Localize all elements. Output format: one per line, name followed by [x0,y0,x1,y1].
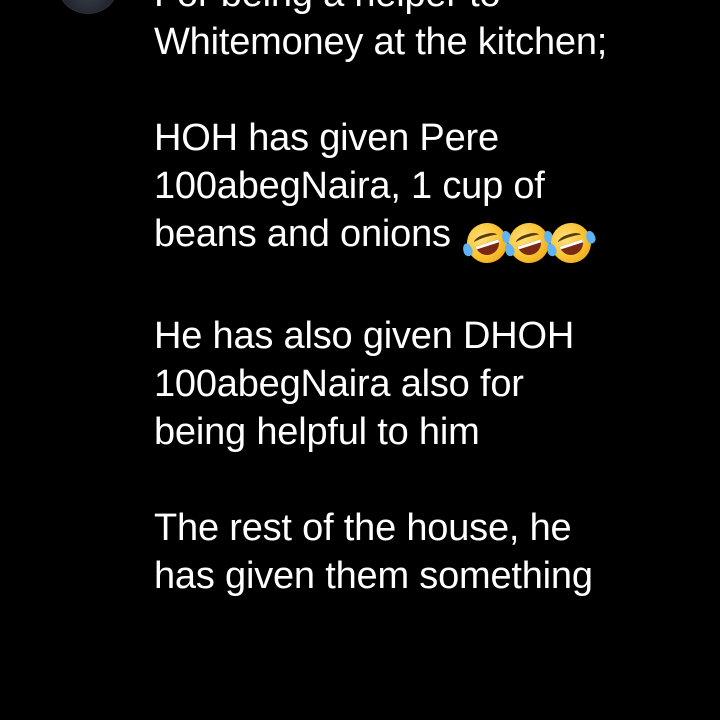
text-line: He has also given DHOH [154,315,575,357]
text-line: The rest of the house, he [154,507,572,549]
text-line: 100abegNaira, 1 cup of [154,165,545,207]
text-line: has given them something [154,555,593,597]
paragraph-2: HOH has given Pere 100abegNaira, 1 cup o… [154,114,714,268]
text-line: 100abegNaira also for [154,363,524,405]
rolling-on-floor-laughing-icon [461,217,514,268]
rolling-on-floor-laughing-icon [545,217,598,268]
paragraph-1: For being a helper to Whitemoney at the … [154,0,714,66]
avatar[interactable] [58,0,118,14]
text-line: For being a helper to [154,0,714,18]
text-line: being helpful to him [154,411,480,453]
text-line-with-emojis: beans and onions [154,210,714,268]
text-line: Whitemoney at the kitchen; [154,21,608,63]
post-body: For being a helper to Whitemoney at the … [154,0,714,648]
text-line: HOH has given Pere [154,117,499,159]
emoji-group [461,216,598,268]
paragraph-3: He has also given DHOH 100abegNaira also… [154,312,714,456]
text-fragment: beans and onions [154,213,451,255]
rolling-on-floor-laughing-icon [503,217,556,268]
paragraph-4: The rest of the house, he has given them… [154,504,714,600]
